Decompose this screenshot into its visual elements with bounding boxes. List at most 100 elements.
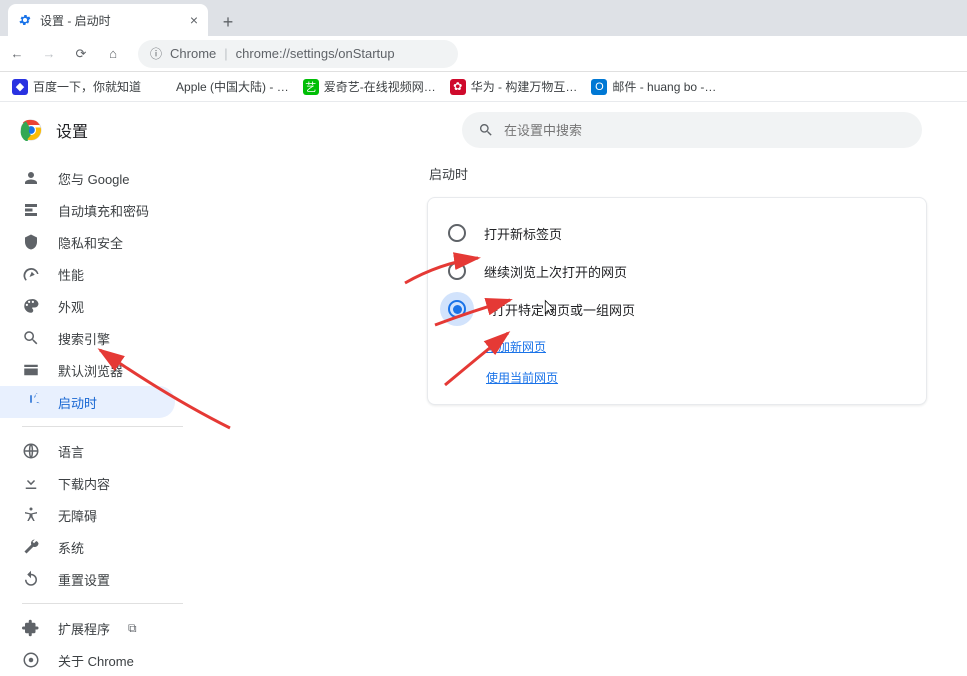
sidebar-item-label: 您与 Google (58, 169, 130, 188)
sidebar-item-downloads[interactable]: 下载内容 (0, 467, 175, 499)
shield-icon (22, 233, 40, 251)
bookmark-favicon: ◆ (12, 79, 28, 95)
sidebar-item-label: 自动填充和密码 (58, 201, 149, 220)
sidebar-item-label: 搜索引擎 (58, 329, 110, 348)
search-icon (22, 329, 40, 347)
option-label: 继续浏览上次打开的网页 (484, 262, 627, 281)
sidebar-item-label: 启动时 (58, 393, 97, 412)
sidebar-item-autofill[interactable]: 自动填充和密码 (0, 194, 175, 226)
url-divider: | (224, 46, 227, 61)
bookmark-item[interactable]: Apple (中国大陆) - … (155, 78, 289, 95)
search-input[interactable] (504, 123, 906, 138)
startup-option-specific-pages[interactable]: 打开特定网页或一组网页 (448, 290, 906, 328)
sidebar-item-label: 默认浏览器 (58, 361, 123, 380)
sidebar-item-search-engine[interactable]: 搜索引擎 (0, 322, 175, 354)
download-icon (22, 474, 40, 492)
sidebar-item-on-startup[interactable]: 启动时 (0, 386, 175, 418)
reset-icon (22, 570, 40, 588)
close-tab-icon[interactable]: × (190, 12, 198, 28)
person-icon (22, 169, 40, 187)
sidebar-item-label: 下载内容 (58, 474, 110, 493)
on-startup-card: 打开新标签页 继续浏览上次打开的网页 打开特定网页或一组网页 添加新网页 使用当… (427, 197, 927, 405)
settings-sidebar: 您与 Google 自动填充和密码 隐私和安全 性能 外观 搜索引擎 默认浏览器 (0, 158, 207, 596)
url-text: chrome://settings/onStartup (236, 46, 395, 61)
sidebar-item-privacy[interactable]: 隐私和安全 (0, 226, 175, 258)
search-icon (478, 122, 494, 138)
bookmark-label: Apple (中国大陆) - … (176, 78, 289, 95)
radio-icon-checked (448, 300, 466, 318)
bookmark-item[interactable]: ◆ 百度一下，你就知道 (12, 78, 141, 95)
sidebar-item-default-browser[interactable]: 默认浏览器 (0, 354, 175, 386)
section-title: 启动时 (429, 164, 927, 183)
radio-icon (448, 262, 466, 280)
sidebar-item-system[interactable]: 系统 (0, 531, 175, 563)
page-title: 设置 (56, 118, 88, 142)
bookmarks-bar: ◆ 百度一下，你就知道 Apple (中国大陆) - … 艺 爱奇艺-在线视频网… (0, 72, 967, 102)
chrome-icon (22, 651, 40, 669)
option-label: 打开特定网页或一组网页 (492, 300, 635, 319)
browser-icon (22, 361, 40, 379)
palette-icon (22, 297, 40, 315)
browser-toolbar: ← → ⟳ ⌂ ⓘ Chrome | chrome://settings/onS… (0, 36, 967, 72)
bookmark-favicon: O (591, 79, 607, 95)
sidebar-item-languages[interactable]: 语言 (0, 435, 175, 467)
gear-icon (18, 13, 32, 27)
back-button[interactable]: ← (8, 46, 26, 62)
use-current-pages-link[interactable]: 使用当前网页 (486, 369, 558, 386)
forward-button[interactable]: → (40, 46, 58, 62)
settings-header: 设置 (0, 102, 967, 158)
sidebar-item-label: 扩展程序 (58, 619, 110, 638)
chrome-logo-icon (20, 119, 42, 141)
sidebar-item-extensions[interactable]: 扩展程序 ⧉ (0, 612, 207, 644)
address-bar[interactable]: ⓘ Chrome | chrome://settings/onStartup (138, 40, 458, 68)
sidebar-item-performance[interactable]: 性能 (0, 258, 175, 290)
startup-option-continue[interactable]: 继续浏览上次打开的网页 (448, 252, 906, 290)
site-info-icon[interactable]: ⓘ (150, 45, 162, 62)
bookmark-item[interactable]: 艺 爱奇艺-在线视频网… (303, 78, 436, 95)
sidebar-item-label: 隐私和安全 (58, 233, 123, 252)
external-link-icon: ⧉ (128, 621, 137, 636)
sidebar-item-reset[interactable]: 重置设置 (0, 563, 175, 595)
sidebar-item-about-chrome[interactable]: 关于 Chrome (0, 644, 207, 676)
radio-icon (448, 224, 466, 242)
bookmark-label: 华为 - 构建万物互… (471, 78, 578, 95)
sidebar-item-you-and-google[interactable]: 您与 Google (0, 162, 175, 194)
sidebar-item-label: 关于 Chrome (58, 651, 134, 670)
new-tab-button[interactable]: + (214, 8, 242, 36)
option-label: 打开新标签页 (484, 224, 562, 243)
sidebar-separator (22, 603, 183, 604)
sidebar-item-label: 外观 (58, 297, 84, 316)
add-new-page-link[interactable]: 添加新网页 (486, 338, 546, 355)
wrench-icon (22, 538, 40, 556)
bookmark-favicon (155, 79, 171, 95)
speedometer-icon (22, 265, 40, 283)
startup-option-new-tab[interactable]: 打开新标签页 (448, 214, 906, 252)
sidebar-item-label: 无障碍 (58, 506, 97, 525)
autofill-icon (22, 201, 40, 219)
bookmark-favicon: ✿ (450, 79, 466, 95)
sidebar-item-accessibility[interactable]: 无障碍 (0, 499, 175, 531)
home-button[interactable]: ⌂ (104, 46, 122, 62)
sidebar-item-label: 系统 (58, 538, 84, 557)
bookmark-favicon: 艺 (303, 79, 319, 95)
globe-icon (22, 442, 40, 460)
power-icon (22, 393, 40, 411)
sidebar-item-appearance[interactable]: 外观 (0, 290, 175, 322)
bookmark-item[interactable]: O 邮件 - huang bo -… (591, 78, 716, 95)
tab-title: 设置 - 启动时 (40, 12, 111, 29)
settings-main: 启动时 打开新标签页 继续浏览上次打开的网页 打开特定网页或一组网页 添加新网页… (207, 158, 967, 596)
sidebar-item-label: 语言 (58, 442, 84, 461)
url-prefix: Chrome (170, 46, 216, 61)
reload-button[interactable]: ⟳ (72, 46, 90, 62)
bookmark-label: 百度一下，你就知道 (33, 78, 141, 95)
accessibility-icon (22, 506, 40, 524)
sidebar-item-label: 重置设置 (58, 570, 110, 589)
bookmark-item[interactable]: ✿ 华为 - 构建万物互… (450, 78, 578, 95)
sidebar-item-label: 性能 (58, 265, 84, 284)
radio-halo (440, 292, 474, 326)
settings-search[interactable] (462, 112, 922, 148)
bookmark-label: 邮件 - huang bo -… (612, 78, 716, 95)
browser-tab[interactable]: 设置 - 启动时 × (8, 4, 208, 36)
extensions-icon (22, 619, 40, 637)
tab-strip: 设置 - 启动时 × + (0, 0, 967, 36)
